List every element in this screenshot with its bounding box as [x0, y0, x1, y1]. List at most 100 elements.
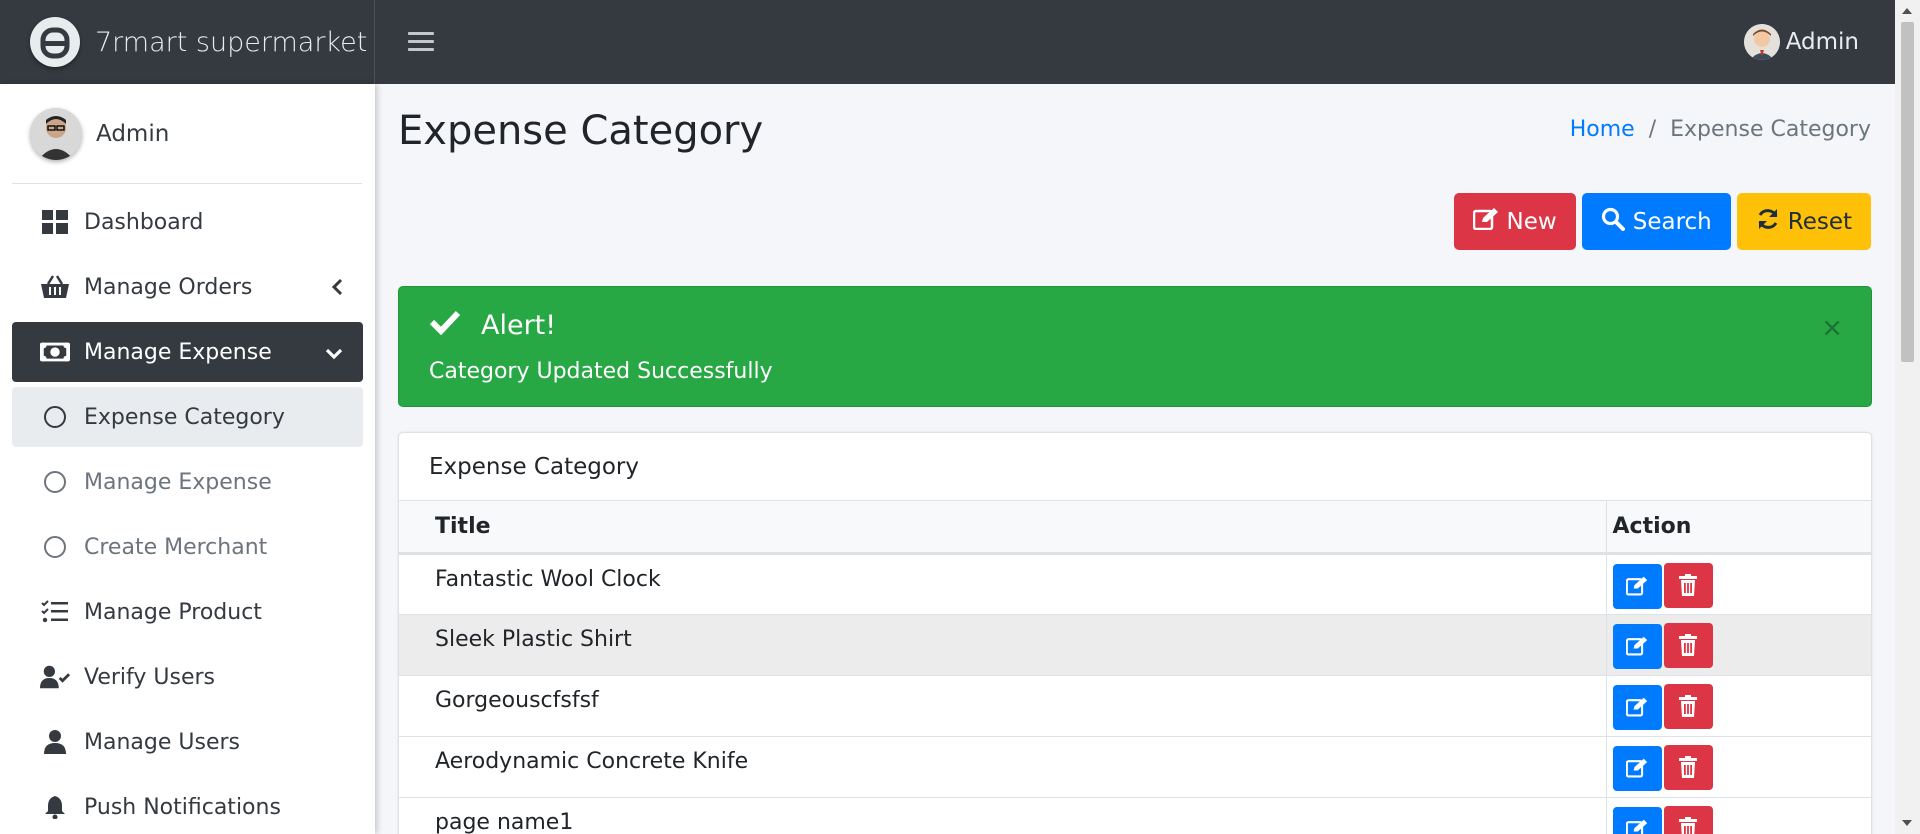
sidebar-item-create-merchant[interactable]: Create Merchant — [12, 517, 363, 577]
page-scrollbar[interactable] — [1895, 0, 1920, 834]
sidebar-item-label: Create Merchant — [84, 534, 268, 560]
expense-category-card: Expense Category Title Action Fantastic … — [398, 432, 1872, 834]
page-title: Expense Category — [398, 108, 764, 154]
table-row: page name1 — [399, 797, 1871, 834]
basket-icon — [40, 272, 70, 302]
sidebar-item-manage-users[interactable]: Manage Users — [12, 712, 363, 772]
edit-button[interactable] — [1612, 623, 1662, 669]
alert-heading: Alert! — [429, 309, 556, 342]
row-title: Sleek Plastic Shirt — [399, 614, 1607, 676]
edit-button[interactable] — [1612, 563, 1662, 609]
reset-button[interactable]: Reset — [1736, 193, 1871, 250]
row-title: Aerodynamic Concrete Knife — [399, 736, 1607, 798]
table-row: Gorgeouscfsfsf — [399, 675, 1871, 737]
new-button-label: New — [1506, 208, 1557, 235]
sidebar-item-push-notifications[interactable]: Push Notifications — [12, 777, 363, 834]
row-actions — [1606, 736, 1871, 798]
row-title: Gorgeouscfsfsf — [399, 675, 1607, 737]
sidebar-item-label: Verify Users — [84, 664, 216, 690]
sidebar-user-panel[interactable]: Admin — [12, 84, 362, 184]
close-icon[interactable]: × — [1821, 313, 1843, 343]
sidebar-item-manage-orders[interactable]: Manage Orders — [12, 257, 363, 317]
reset-button-label: Reset — [1787, 208, 1852, 235]
sidebar-item-manage-product[interactable]: Manage Product — [12, 582, 363, 642]
sidebar-item-label: Manage Expense — [84, 469, 272, 495]
delete-button[interactable] — [1663, 562, 1713, 608]
user-menu[interactable]: Admin — [1743, 24, 1859, 60]
sidebar-nav: Dashboard Manage Orders Manage Expense E… — [12, 192, 363, 834]
sidebar-item-label: Push Notifications — [84, 794, 281, 820]
breadcrumb: Home / Expense Category — [1570, 117, 1871, 142]
search-button-label: Search — [1632, 208, 1712, 235]
money-bill-icon — [40, 337, 70, 367]
delete-button[interactable] — [1663, 744, 1713, 790]
delete-button[interactable] — [1663, 805, 1713, 834]
refresh-icon — [1756, 207, 1780, 237]
sidebar-item-expense-category[interactable]: Expense Category — [12, 387, 363, 447]
edit-button[interactable] — [1612, 684, 1662, 730]
sidebar-item-label: Manage Orders — [84, 274, 253, 300]
breadcrumb-separator: / — [1648, 117, 1657, 142]
chevron-left-icon — [331, 277, 343, 302]
table-row: Aerodynamic Concrete Knife — [399, 736, 1871, 798]
sidebar-item-manage-expense[interactable]: Manage Expense — [12, 322, 363, 382]
row-title: page name1 — [399, 797, 1607, 834]
sidebar-item-label: Manage Users — [84, 729, 240, 755]
user-icon — [40, 727, 70, 757]
scroll-up-icon[interactable] — [1902, 8, 1912, 14]
user-avatar — [1743, 24, 1780, 60]
user-name: Admin — [1785, 29, 1859, 55]
expense-category-table: Title Action Fantastic Wool Clock Sleek … — [399, 501, 1871, 834]
row-actions — [1606, 614, 1871, 676]
sidebar-avatar — [30, 107, 82, 160]
circle-icon — [40, 532, 70, 562]
card-title: Expense Category — [399, 433, 1871, 501]
edit-button[interactable] — [1612, 745, 1662, 791]
row-actions — [1606, 675, 1871, 737]
user-check-icon — [40, 662, 70, 692]
table-header-row: Title Action — [399, 501, 1871, 555]
sidebar-user-name: Admin — [96, 120, 170, 147]
scroll-down-icon[interactable] — [1902, 820, 1912, 826]
scrollbar-thumb[interactable] — [1901, 22, 1914, 362]
delete-button[interactable] — [1663, 622, 1713, 668]
search-button[interactable]: Search — [1581, 193, 1731, 250]
toolbar: New Search Reset — [1453, 193, 1871, 250]
chevron-down-icon — [325, 342, 343, 367]
list-check-icon — [40, 597, 70, 627]
column-header-action: Action — [1606, 501, 1871, 555]
sidebar-item-manage-expense-sub[interactable]: Manage Expense — [12, 452, 363, 512]
table-row: Fantastic Wool Clock — [399, 553, 1871, 615]
alert-title: Alert! — [481, 310, 557, 341]
menu-toggle-icon[interactable] — [408, 28, 434, 54]
sidebar-item-label: Manage Product — [84, 599, 262, 625]
table-row: Sleek Plastic Shirt — [399, 614, 1871, 676]
row-actions — [1606, 553, 1871, 615]
edit-icon — [1472, 207, 1499, 236]
sidebar-item-verify-users[interactable]: Verify Users — [12, 647, 363, 707]
row-title: Fantastic Wool Clock — [399, 553, 1607, 615]
edit-button[interactable] — [1612, 806, 1662, 834]
top-navbar: 7rmart supermarket Admin — [0, 0, 1895, 84]
breadcrumb-home-link[interactable]: Home — [1570, 117, 1635, 142]
row-actions — [1606, 797, 1871, 834]
brand-name: 7rmart supermarket — [95, 26, 368, 58]
sidebar-item-label: Expense Category — [84, 404, 285, 430]
breadcrumb-current: Expense Category — [1670, 117, 1871, 142]
check-icon — [429, 309, 461, 342]
bell-icon — [40, 792, 70, 822]
brand-logo-icon — [30, 17, 80, 67]
alert-message: Category Updated Successfully — [429, 359, 773, 384]
sidebar-item-label: Manage Expense — [84, 339, 272, 365]
new-button[interactable]: New — [1453, 193, 1576, 250]
dashboard-icon — [40, 207, 70, 237]
brand-link[interactable]: 7rmart supermarket — [0, 0, 375, 84]
circle-icon — [40, 467, 70, 497]
delete-button[interactable] — [1663, 683, 1713, 729]
sidebar-item-dashboard[interactable]: Dashboard — [12, 192, 363, 252]
sidebar: Admin Dashboard Manage Orders Manage Exp… — [0, 84, 375, 834]
circle-icon — [40, 402, 70, 432]
sidebar-item-label: Dashboard — [84, 209, 204, 235]
search-icon — [1601, 207, 1625, 237]
column-header-title: Title — [399, 501, 1607, 555]
